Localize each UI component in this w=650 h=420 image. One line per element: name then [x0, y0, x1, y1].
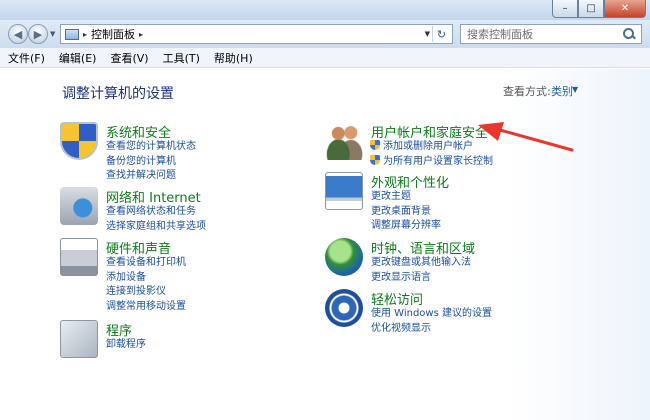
breadcrumb-separator-icon[interactable]: ▸ — [83, 30, 87, 39]
network-icon[interactable] — [60, 187, 98, 225]
search-box[interactable]: 搜索控制面板 — [460, 24, 642, 44]
history-dropdown-icon[interactable]: ▼ — [50, 30, 55, 38]
ease-of-access-icon[interactable] — [325, 289, 363, 327]
title-bar: – □ ✕ — [0, 0, 650, 20]
display-icon[interactable] — [325, 172, 363, 210]
address-toolbar: ◀ ▶ ▼ ▸ 控制面板 ▸ ▼ ↻ 搜索控制面板 — [0, 20, 650, 48]
category-title[interactable]: 系统和安全 — [106, 122, 171, 141]
link-mobility-settings[interactable]: 调整常用移动设置 — [106, 300, 186, 315]
shield-icon[interactable] — [60, 122, 98, 160]
page-title: 调整计算机的设置 — [62, 86, 174, 102]
link-screen-resolution[interactable]: 调整屏幕分辨率 — [371, 219, 441, 234]
category-title[interactable]: 用户帐户和家庭安全 — [371, 122, 488, 141]
control-panel-icon — [65, 28, 79, 40]
link-network-status[interactable]: 查看网络状态和任务 — [106, 205, 206, 220]
link-keyboard-input[interactable]: 更改键盘或其他输入法 — [371, 256, 471, 271]
link-recommended-settings[interactable]: 使用 Windows 建议的设置 — [371, 307, 492, 322]
category-title[interactable]: 网络和 Internet — [106, 187, 201, 206]
view-by-label: 查看方式: — [503, 85, 551, 98]
breadcrumb-control-panel[interactable]: 控制面板 — [91, 26, 135, 42]
link-add-remove-accounts[interactable]: 添加或删除用户帐户 — [370, 140, 493, 155]
globe-icon[interactable] — [325, 238, 363, 276]
link-devices-printers[interactable]: 查看设备和打印机 — [106, 256, 186, 271]
search-icon[interactable] — [621, 26, 637, 42]
maximize-button[interactable]: □ — [578, 0, 604, 18]
address-bar[interactable]: ▸ 控制面板 ▸ ▼ ↻ — [60, 24, 453, 44]
menu-view[interactable]: 查看(V) — [110, 50, 148, 66]
back-button[interactable]: ◀ — [8, 24, 28, 44]
address-dropdown-icon[interactable]: ▼ — [425, 30, 430, 38]
control-panel-content: 调整计算机的设置 查看方式: 类别 ▼ 系统和安全 查看您的计算机状态 备份您的… — [0, 69, 650, 420]
link-add-device[interactable]: 添加设备 — [106, 271, 186, 286]
category-title[interactable]: 时钟、语言和区域 — [371, 238, 475, 257]
programs-icon[interactable] — [60, 320, 98, 358]
users-icon[interactable] — [325, 122, 363, 160]
link-display-language[interactable]: 更改显示语言 — [371, 271, 471, 286]
link-backup-computer[interactable]: 备份您的计算机 — [106, 155, 196, 170]
refresh-icon[interactable]: ↻ — [432, 26, 450, 42]
menu-edit[interactable]: 编辑(E) — [59, 50, 97, 66]
link-homegroup-sharing[interactable]: 选择家庭组和共享选项 — [106, 220, 206, 235]
category-title[interactable]: 轻松访问 — [371, 289, 423, 308]
link-connect-projector[interactable]: 连接到投影仪 — [106, 285, 186, 300]
link-change-theme[interactable]: 更改主题 — [371, 190, 441, 205]
link-troubleshoot[interactable]: 查找并解决问题 — [106, 169, 196, 184]
link-desktop-background[interactable]: 更改桌面背景 — [371, 205, 441, 220]
view-by-dropdown-icon[interactable]: ▼ — [572, 85, 578, 94]
printer-icon[interactable] — [60, 238, 98, 276]
menu-tools[interactable]: 工具(T) — [163, 50, 200, 66]
category-title[interactable]: 程序 — [106, 320, 132, 339]
forward-button[interactable]: ▶ — [28, 24, 48, 44]
menu-bar: 文件(F) 编辑(E) 查看(V) 工具(T) 帮助(H) — [0, 48, 650, 68]
close-button[interactable]: ✕ — [604, 0, 646, 18]
category-title[interactable]: 外观和个性化 — [371, 172, 449, 191]
category-title[interactable]: 硬件和声音 — [106, 238, 171, 257]
view-by-selector[interactable]: 类别 — [551, 83, 573, 99]
link-uninstall-program[interactable]: 卸载程序 — [106, 338, 146, 353]
link-view-computer-status[interactable]: 查看您的计算机状态 — [106, 140, 196, 155]
window-controls: – □ ✕ — [552, 0, 646, 18]
breadcrumb-chevron-icon[interactable]: ▸ — [139, 30, 143, 39]
search-input[interactable]: 搜索控制面板 — [467, 26, 621, 42]
menu-file[interactable]: 文件(F) — [8, 50, 45, 66]
menu-help[interactable]: 帮助(H) — [214, 50, 253, 66]
minimize-button[interactable]: – — [552, 0, 578, 18]
link-parental-controls[interactable]: 为所有用户设置家长控制 — [370, 155, 493, 170]
link-optimize-display[interactable]: 优化视频显示 — [371, 322, 492, 337]
